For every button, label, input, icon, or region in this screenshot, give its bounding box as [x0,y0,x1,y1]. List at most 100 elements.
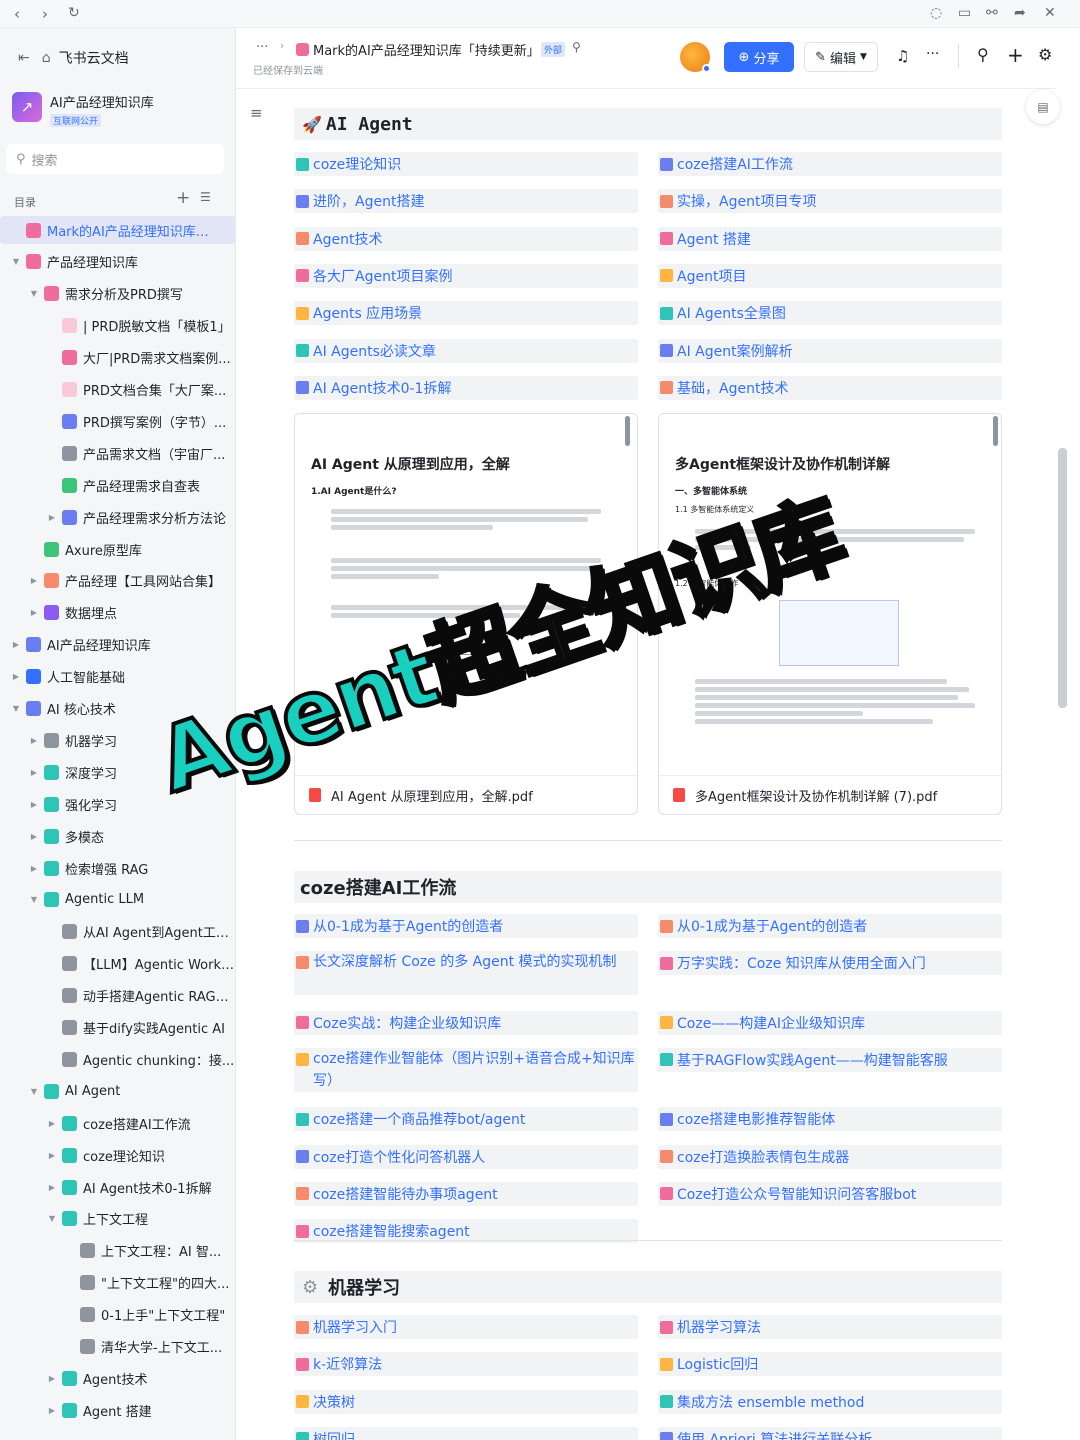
doc-link[interactable]: 进阶，Agent搭建 [294,189,638,214]
chevron-down-icon[interactable]: ▼ [28,289,40,298]
app-name[interactable]: 飞书云文档 [59,48,129,68]
doc-link[interactable]: Coze实战：构建企业级知识库 [294,1010,638,1035]
chevron-right-icon[interactable]: ▶ [46,1374,58,1383]
doc-link[interactable]: AI Agents必读文章 [294,338,638,363]
link-icon[interactable]: ⚯ [986,5,998,21]
doc-link[interactable]: AI Agents全景图 [658,301,1002,326]
sidebar-item[interactable]: ▶ coze搭建AI工作流 [0,1109,235,1137]
chevron-right-icon[interactable]: ▶ [28,608,40,617]
pdf-filename[interactable]: 多Agent框架设计及协作机制详解 (7).pdf [695,786,937,805]
pdf-filename[interactable]: AI Agent 从原理到应用，全解.pdf [331,786,533,805]
doc-link[interactable]: coze打造个性化问答机器人 [294,1144,638,1169]
chevron-right-icon[interactable]: ▶ [46,1119,58,1128]
doc-link[interactable]: 机器学习入门 [294,1315,638,1339]
doc-link[interactable]: Agents 应用场景 [294,301,638,326]
doc-link[interactable]: Coze打造公众号智能知识问答客服bot [658,1181,1002,1206]
doc-link[interactable]: Coze——构建AI企业级知识库 [658,1010,1002,1035]
arrow-right-icon[interactable]: › [42,5,48,23]
sidebar-item[interactable]: PRD撰写案例（字节）... [0,407,235,435]
doc-link[interactable]: 基础，Agent技术 [658,375,1002,400]
add-icon-header[interactable]: + [1007,43,1024,67]
sidebar-item[interactable]: "上下文工程"的四大... [0,1269,235,1297]
sidebar-item[interactable]: 动手搭建Agentic RAG工... [0,982,235,1010]
sidebar-item[interactable]: 产品经理需求自查表 [0,471,235,499]
doc-link[interactable]: 各大厂Agent项目案例 [294,263,638,288]
bell-icon[interactable]: ♫ [896,47,909,65]
sidebar-item[interactable]: 大厂|PRD需求文档案例... [0,344,235,372]
chevron-right-icon[interactable]: ▶ [28,864,40,873]
sidebar-item[interactable]: PRD文档合集「大厂案... [0,376,235,404]
sidebar-item[interactable]: ▶ 产品经理【工具网站合集】 [0,567,235,595]
edit-button[interactable]: ✎ 编辑 ▼ [804,42,878,72]
chevron-right-icon[interactable]: ▶ [46,1406,58,1415]
chevron-right-icon[interactable]: ▶ [28,800,40,809]
sidebar-item[interactable]: ▶ Agent 搭建 [0,1396,235,1424]
refresh-icon[interactable]: ↻ [68,5,80,21]
doc-link[interactable]: AI Agent技术0-1拆解 [294,375,638,400]
chevron-right-icon[interactable]: ▶ [10,672,22,681]
search-input[interactable]: ⚲ 搜索 [6,144,224,174]
sidebar-item[interactable]: ▶ 多模态 [0,822,235,850]
close-icon[interactable]: ✕ [1044,5,1056,21]
chevron-right-icon[interactable]: ▶ [28,576,40,585]
doc-title[interactable]: Mark的AI产品经理知识库「持续更新」 [313,40,540,59]
doc-link[interactable]: 从0-1成为基于Agent的创造者 [294,914,638,938]
chevron-right-icon[interactable]: ▶ [28,832,40,841]
sidebar-item[interactable]: ▶ 产品经理需求分析方法论 [0,503,235,531]
doc-link[interactable]: 从0-1成为基于Agent的创造者 [658,914,1002,938]
window-icon[interactable]: ▭ [958,5,971,21]
doc-link[interactable]: 机器学习算法 [658,1315,1002,1339]
chevron-down-icon[interactable]: ▼ [46,1214,58,1223]
chevron-right-icon[interactable]: ▶ [46,1183,58,1192]
sidebar-item[interactable]: 产品需求文档（宇宙厂... [0,439,235,467]
doc-link[interactable]: 使用 Apriori 算法进行关联分析 [658,1426,1002,1440]
doc-link[interactable]: 万字实践：Coze 知识库从使用全面入门 [658,951,1002,976]
sidebar-item[interactable]: 【LLM】Agentic Workfl... [0,950,235,978]
search-icon-header[interactable]: ⚲ [977,45,989,64]
doc-link[interactable]: coze打造换脸表情包生成器 [658,1144,1002,1169]
scrollbar[interactable] [1058,448,1067,708]
space-name[interactable]: AI产品经理知识库 [50,92,154,111]
sidebar-item[interactable]: | PRD脱敏文档「模板1」 [0,312,235,340]
sidebar-item[interactable]: 从AI Agent到Agent工作... [0,918,235,946]
chevron-right-icon[interactable]: ▶ [46,1151,58,1160]
doc-link[interactable]: 基于RAGFlow实践Agent——构建智能客服 [658,1047,1002,1072]
sidebar-item[interactable]: ▶ AI产品经理知识库 [0,631,235,659]
sidebar-item[interactable]: ▼ Agentic LLM [0,886,235,914]
doc-link[interactable]: coze搭建作业智能体（图片识别+语音合成+知识库写） [294,1047,638,1092]
sidebar-item[interactable]: Mark的AI产品经理知识库「持... [0,216,235,244]
doc-link[interactable]: Agent项目 [658,263,1002,288]
sidebar-item[interactable]: ▶ 数据埋点 [0,599,235,627]
more-icon[interactable]: ··· [926,46,939,62]
outline-icon[interactable]: ≡ [250,104,263,122]
collapse-sidebar-icon[interactable]: ⇤ [18,50,30,66]
doc-link[interactable]: Logistic回归 [658,1352,1002,1377]
sidebar-item[interactable]: ▶ coze理论知识 [0,1141,235,1169]
sidebar-item[interactable]: ▼ 上下文工程 [0,1205,235,1233]
pdf-scrollbar[interactable] [993,416,998,446]
pdf-scrollbar[interactable] [625,416,630,446]
sidebar-item[interactable]: ▶ 检索增强 RAG [0,854,235,882]
doc-link[interactable]: k-近邻算法 [294,1352,638,1377]
add-icon[interactable]: + [176,188,190,208]
doc-link[interactable]: 集成方法 ensemble method [658,1389,1002,1414]
doc-link[interactable]: 决策树 [294,1389,638,1414]
home-icon[interactable]: ⌂ [42,50,51,66]
chevron-down-icon[interactable]: ▼ [28,895,40,904]
chat-icon[interactable]: ◌ [930,5,942,21]
sidebar-item[interactable]: ▶ Agent技术 [0,1364,235,1392]
doc-link[interactable]: Agent技术 [294,226,638,251]
chevron-right-icon[interactable]: ▶ [46,513,58,522]
list-icon[interactable]: ☰ [200,190,211,204]
arrow-left-icon[interactable]: ‹ [14,5,20,23]
sidebar-item[interactable]: Axure原型库 [0,535,235,563]
sidebar-item[interactable]: 基于dify实践Agentic AI [0,1014,235,1042]
chevron-down-icon[interactable]: ▼ [10,704,22,713]
doc-link[interactable]: Agent 搭建 [658,226,1002,251]
share-arrow-icon[interactable]: ➦ [1014,5,1026,21]
pin-icon[interactable]: ⚲ [572,40,581,54]
gear-icon[interactable]: ⚙ [1038,45,1052,64]
sidebar-item[interactable]: 0-1上手"上下文工程" [0,1301,235,1329]
sidebar-item[interactable]: ▶ AI Agent技术0-1拆解 [0,1173,235,1201]
sidebar-item[interactable]: ▼ AI Agent [0,1077,235,1105]
